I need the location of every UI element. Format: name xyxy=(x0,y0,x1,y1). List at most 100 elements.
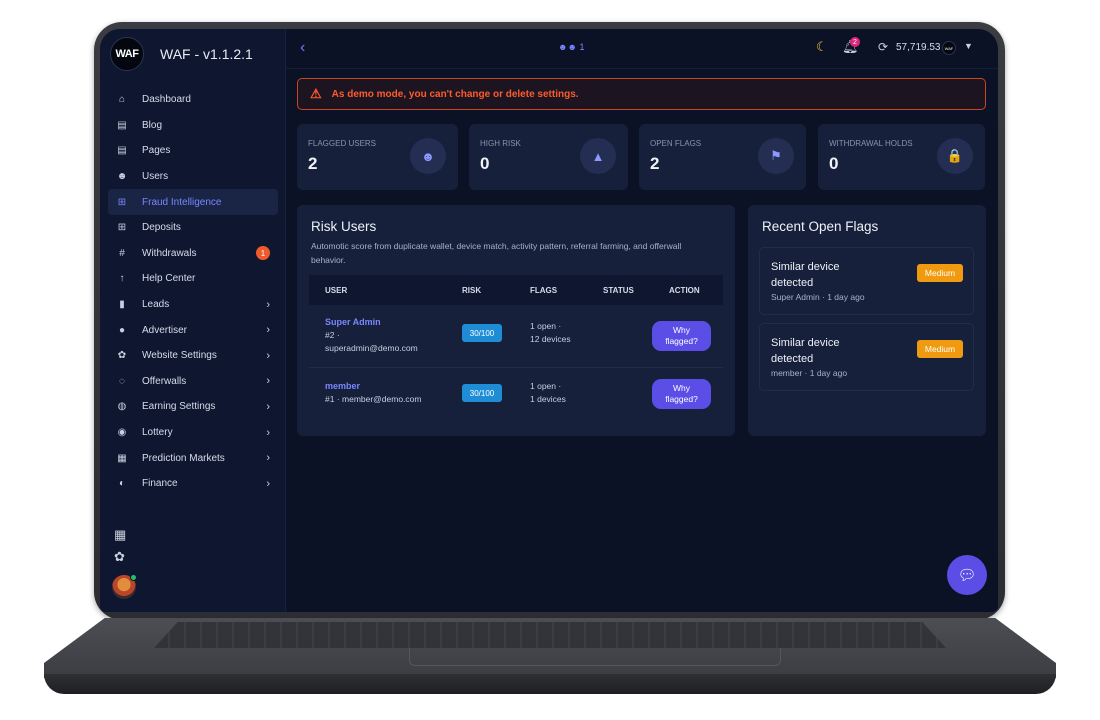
user-id: #1 · member@demo.com xyxy=(325,394,422,404)
laptop-base xyxy=(44,618,1056,696)
refresh-icon[interactable]: ⟳ xyxy=(878,40,888,54)
why-flagged-label-1: Why xyxy=(673,325,690,335)
sidebar-item-help-center[interactable]: ↑ Help Center xyxy=(108,266,278,292)
sidebar-item-label: Deposits xyxy=(142,222,181,234)
sidebar-item-label: Finance xyxy=(142,478,178,490)
sidebar-item-deposits[interactable]: ⊞ Deposits xyxy=(108,215,278,241)
sidebar-item-fraud-intelligence[interactable]: ⊞ Fraud Intelligence xyxy=(108,189,278,215)
sidebar-item-finance[interactable]: ◐ Finance › xyxy=(108,471,278,497)
offerwalls-icon: ◌ xyxy=(119,375,125,387)
user-email: superadmin@demo.com xyxy=(325,343,418,353)
settings-icon: ✿ xyxy=(117,350,127,362)
risk-users-title: Risk Users xyxy=(311,219,377,234)
warning-icon: ▲ xyxy=(580,138,616,174)
brand[interactable]: WAF WAF - v1.1.2.1 xyxy=(110,37,253,71)
brand-logo: WAF xyxy=(110,37,144,71)
caret-down-icon[interactable]: ▼ xyxy=(964,41,973,51)
chat-bubbles-icon[interactable]: 💬︎ xyxy=(947,555,987,595)
user-cell: member #1 · member@demo.com xyxy=(325,380,422,406)
users-group-icon: ☻☻ xyxy=(558,42,577,52)
settings-gear-icon[interactable]: ✿ xyxy=(114,549,126,565)
sidebar-item-label: Leads xyxy=(142,299,170,311)
why-flagged-button[interactable]: Why flagged? xyxy=(652,379,711,409)
flags-cell: 1 open · 12 devices xyxy=(530,320,571,346)
stat-card-open-flags: OPEN FLAGS 2 ⚑ xyxy=(639,124,806,190)
flag-meta: Super Admin · 1 day ago xyxy=(771,292,865,302)
coin-icon: WAF xyxy=(942,41,956,55)
sidebar-item-withdrawals[interactable]: # Withdrawals 1 xyxy=(108,241,278,267)
user-name-link[interactable]: member xyxy=(325,380,422,393)
why-flagged-label-1: Why xyxy=(673,383,690,393)
chevron-right-icon: › xyxy=(266,452,270,465)
topbar: ‹ ☻☻ 1 ☾ 🔔︎ 2 ⟳ 57,719.53 WAF ▼ xyxy=(286,29,998,69)
severity-badge: Medium xyxy=(917,340,963,358)
online-status-dot xyxy=(130,574,137,581)
demo-mode-alert: ⚠ As demo mode, you can't change or dele… xyxy=(297,78,986,110)
sidebar: WAF WAF - v1.1.2.1 ⌂ Dashboard ▤ Blog ▤ Pages… xyxy=(100,29,286,612)
help-icon: ↑ xyxy=(119,273,125,285)
fraud-icon: ⊞ xyxy=(117,196,127,208)
flag-meta: member · 1 day ago xyxy=(771,368,848,378)
chevron-left-icon[interactable]: ‹ xyxy=(300,39,305,57)
sidebar-item-prediction-markets[interactable]: ▦ Prediction Markets › xyxy=(108,445,278,471)
sidebar-item-label: Lottery xyxy=(142,427,173,439)
flag-title-line2: detected xyxy=(771,277,814,289)
flag-title-line1: Similar device xyxy=(771,261,840,273)
leads-icon: ▮ xyxy=(119,299,125,311)
flag-card[interactable]: Similar device detected member · 1 day a… xyxy=(759,323,974,391)
devices-count: 1 devices xyxy=(530,394,566,404)
recent-flags-title: Recent Open Flags xyxy=(762,219,879,234)
balance-value: 57,719.53 xyxy=(896,42,941,53)
apps-grid-icon[interactable]: ▦ xyxy=(114,527,126,543)
prediction-icon: ▦ xyxy=(117,452,127,464)
risk-users-panel: Risk Users Automotic score from duplicat… xyxy=(297,205,735,436)
sidebar-item-badge: 1 xyxy=(256,246,270,261)
stat-value: 2 xyxy=(308,154,318,173)
severity-badge: Medium xyxy=(917,264,963,282)
sidebar-item-users[interactable]: ☻ Users xyxy=(108,164,278,190)
sidebar-item-pages[interactable]: ▤ Pages xyxy=(108,138,278,164)
header-user: USER xyxy=(325,285,348,295)
sidebar-item-dashboard[interactable]: ⌂ Dashboard xyxy=(108,87,278,113)
chevron-right-icon: › xyxy=(266,349,270,362)
risk-score-badge: 30/100 xyxy=(462,384,502,402)
table-row: member #1 · member@demo.com 30/100 1 ope… xyxy=(309,368,723,431)
why-flagged-button[interactable]: Why flagged? xyxy=(652,321,711,351)
stat-value: 0 xyxy=(480,154,490,173)
stat-card-flagged-users: FLAGGED USERS 2 ☻ xyxy=(297,124,458,190)
withdrawals-icon: # xyxy=(119,247,125,259)
app-title: WAF - v1.1.2.1 xyxy=(160,46,253,62)
chevron-right-icon: › xyxy=(266,375,270,388)
sidebar-item-label: Offerwalls xyxy=(142,375,187,387)
devices-count: 12 devices xyxy=(530,334,571,344)
sidebar-item-blog[interactable]: ▤ Blog xyxy=(108,113,278,139)
online-users[interactable]: ☻☻ 1 xyxy=(558,42,584,52)
moon-icon[interactable]: ☾ xyxy=(816,39,828,55)
sidebar-item-label: Users xyxy=(142,171,169,183)
sidebar-item-website-settings[interactable]: ✿ Website Settings › xyxy=(108,343,278,369)
user-name-link[interactable]: Super Admin xyxy=(325,316,418,329)
app-screen: WAF WAF - v1.1.2.1 ⌂ Dashboard ▤ Blog ▤ Pages… xyxy=(100,29,998,612)
user-cog-icon: ☻ xyxy=(410,138,446,174)
sidebar-item-label: Earning Settings xyxy=(142,401,216,413)
finance-icon: ◐ xyxy=(118,478,126,490)
sidebar-item-earning-settings[interactable]: ◍ Earning Settings › xyxy=(108,394,278,420)
sidebar-item-leads[interactable]: ▮ Leads › xyxy=(108,292,278,318)
flag-title: Similar device detected xyxy=(771,335,901,367)
pages-icon: ▤ xyxy=(117,145,127,157)
sidebar-item-advertiser[interactable]: ● Advertiser › xyxy=(108,317,278,343)
chevron-right-icon: › xyxy=(266,324,270,337)
laptop-bottom-edge xyxy=(44,674,1056,694)
stat-card-withdrawal-holds: WITHDRAWAL HOLDS 0 🔒 xyxy=(818,124,985,190)
sidebar-item-offerwalls[interactable]: ◌ Offerwalls › xyxy=(108,369,278,395)
flag-title-line1: Similar device xyxy=(771,337,840,349)
stat-label: WITHDRAWAL HOLDS xyxy=(829,139,913,148)
sidebar-item-label: Prediction Markets xyxy=(142,452,225,464)
flag-card[interactable]: Similar device detected Super Admin · 1 … xyxy=(759,247,974,315)
sidebar-item-lottery[interactable]: ◉ Lottery › xyxy=(108,420,278,446)
notification-badge: 2 xyxy=(850,37,860,47)
recent-flags-panel: Recent Open Flags Similar device detecte… xyxy=(748,205,986,436)
open-flags-count: 1 open · xyxy=(530,381,562,391)
stat-value: 2 xyxy=(650,154,660,173)
sidebar-bottom-tools: ▦ ✿ xyxy=(114,527,126,571)
